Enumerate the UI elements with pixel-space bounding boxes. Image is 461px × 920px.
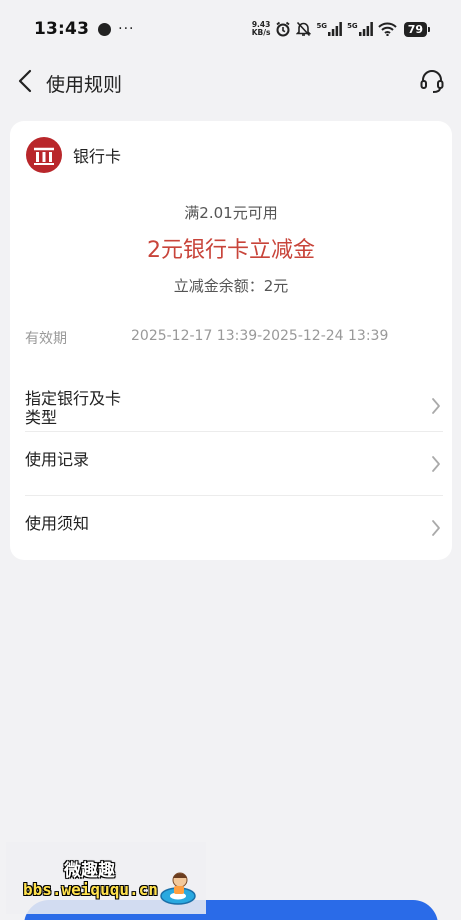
- chevron-right-icon: [431, 519, 441, 541]
- row-designated-banks[interactable]: 指定银行及卡 类型: [25, 385, 443, 431]
- watermark-url: bbs.weiququ.cn: [23, 880, 158, 899]
- chevron-left-icon: [18, 69, 32, 97]
- coupon-card: 银行卡 满2.01元可用 2元银行卡立减金 立减金余额：2元 有效期 2025-…: [10, 121, 452, 560]
- bank-building-icon: [26, 137, 62, 173]
- validity-label: 有效期: [25, 331, 67, 347]
- bank-header: 银行卡: [26, 137, 121, 173]
- mute-icon: [296, 21, 312, 37]
- wifi-icon: [377, 22, 397, 36]
- chevron-right-icon: [431, 397, 441, 419]
- coupon-balance: 立减金余额：2元: [173, 277, 289, 295]
- usage-threshold: 满2.01元可用: [184, 204, 278, 222]
- nav-bar: 使用规则: [0, 58, 461, 108]
- watermark: 微趣趣 bbs.weiququ.cn: [6, 842, 206, 914]
- signal-1-label: 5G: [316, 22, 328, 30]
- network-speed: 9.43 KB/s: [252, 21, 271, 37]
- status-icons: 9.43 KB/s 5G 5G 79: [252, 21, 431, 37]
- status-bar: 13:43 ··· 9.43 KB/s 5G 5G 79: [0, 0, 461, 58]
- signal-2-label: 5G: [347, 22, 358, 30]
- row-usage-notice[interactable]: 使用须知: [25, 496, 443, 559]
- watermark-title: 微趣趣: [64, 861, 115, 881]
- back-button[interactable]: [12, 69, 38, 97]
- page-title: 使用规则: [46, 74, 123, 96]
- headset-icon: [419, 68, 445, 98]
- row-label: 使用记录: [25, 449, 90, 469]
- alarm-icon: [275, 21, 291, 37]
- signal-icon-2: 5G: [347, 22, 373, 36]
- chevron-right-icon: [431, 455, 441, 477]
- row-label-line: 类型: [25, 408, 58, 427]
- status-time: 13:43: [34, 19, 90, 39]
- coupon-title: 2元银行卡立减金: [147, 238, 315, 263]
- battery-indicator: 79: [403, 21, 431, 37]
- validity-value: 2025-12-17 13:39-2025-12-24 13:39: [131, 328, 389, 344]
- row-label: 使用须知: [25, 513, 90, 533]
- more-notifications-indicator: ···: [118, 21, 135, 37]
- signal-icon-1: 5G: [316, 22, 342, 36]
- row-usage-records[interactable]: 使用记录: [25, 432, 443, 495]
- bank-name: 银行卡: [73, 147, 122, 166]
- customer-service-button[interactable]: [417, 68, 447, 98]
- notification-icon: [98, 22, 112, 36]
- row-label-line: 指定银行及卡: [25, 389, 122, 408]
- mascot-icon: [158, 866, 198, 910]
- row-label: 指定银行及卡 类型: [25, 389, 121, 427]
- network-speed-unit: KB/s: [251, 28, 271, 37]
